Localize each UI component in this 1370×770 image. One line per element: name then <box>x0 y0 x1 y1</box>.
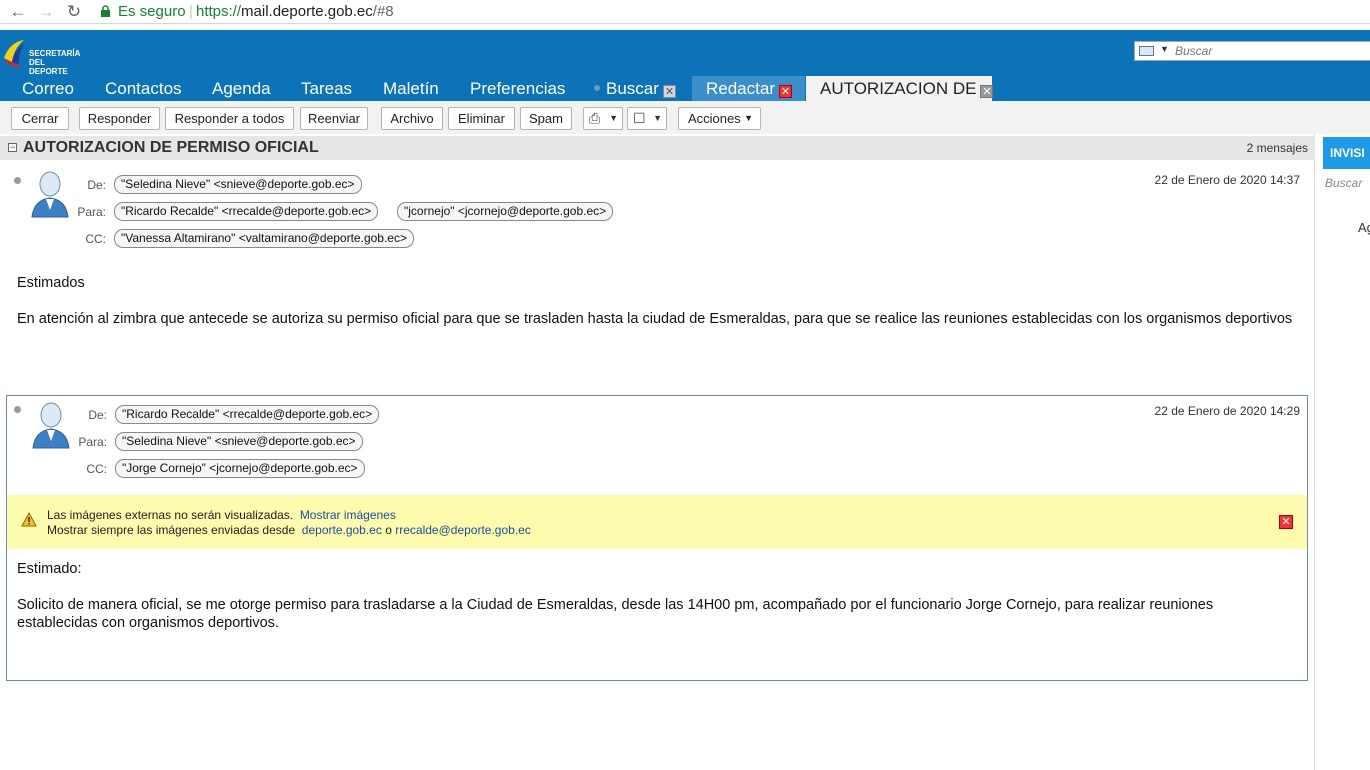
logo-line-1: SECRETARÍA <box>29 49 81 58</box>
url-host: mail.deporte.gob.ec <box>241 3 373 20</box>
reload-icon[interactable]: ↻ <box>64 2 84 22</box>
cc-label: CC: <box>86 462 107 476</box>
sidebar-search-label[interactable]: Buscar <box>1325 176 1362 190</box>
conversation-pane: − AUTORIZACION DE PERMISO OFICIAL 2 mens… <box>0 134 1314 770</box>
delete-button[interactable]: Eliminar <box>448 107 515 130</box>
tab-buscar-label: Buscar <box>606 79 659 98</box>
to-address-bubble[interactable]: "Ricardo Recalde" <rrecalde@deporte.gob.… <box>114 202 379 221</box>
message-count: 2 mensajes <box>1246 141 1308 155</box>
url-separator: | <box>189 3 193 20</box>
warning-icon <box>21 512 37 527</box>
from-address-bubble[interactable]: "Seledina Nieve" <snieve@deporte.gob.ec> <box>114 175 362 194</box>
tab-redactar-label: Redactar <box>706 79 775 98</box>
message-body: En atención al zimbra que antecede se au… <box>17 311 1293 327</box>
show-images-link[interactable]: Mostrar imágenes <box>300 508 396 522</box>
warning-or-text: o <box>385 523 392 537</box>
message-item: De: "Ricardo Recalde" <rrecalde@deporte.… <box>6 395 1308 681</box>
to-address-bubble[interactable]: "jcornejo" <jcornejo@deporte.gob.ec> <box>397 202 614 221</box>
close-icon[interactable]: ✕ <box>778 85 792 98</box>
archive-button[interactable]: Archivo <box>381 107 443 130</box>
avatar-icon <box>31 171 69 218</box>
tab-buscar[interactable]: Buscar ✕ <box>594 76 676 101</box>
message-greeting: Estimados <box>17 275 85 291</box>
tab-maletin[interactable]: Maletín <box>383 76 439 101</box>
global-search[interactable]: ▼ <box>1134 41 1370 61</box>
tab-autorizacion-label: AUTORIZACION DE <box>820 79 977 98</box>
url-field[interactable]: https://mail.deporte.gob.ec/#8 <box>196 3 394 20</box>
secretaria-logo: SECRETARÍA DEL DEPORTE <box>2 36 84 76</box>
external-images-warning: Las imágenes externas no serán visualiza… <box>7 495 1307 549</box>
tab-tareas[interactable]: Tareas <box>301 76 352 101</box>
to-address-bubble[interactable]: "Seledina Nieve" <snieve@deporte.gob.ec> <box>115 432 363 451</box>
mail-icon[interactable] <box>1139 46 1154 56</box>
spam-button[interactable]: Spam <box>520 107 572 130</box>
avatar-icon <box>32 402 70 449</box>
close-icon[interactable]: ✕ <box>980 85 994 98</box>
to-label: Para: <box>77 205 106 219</box>
chevron-down-icon: ▼ <box>744 113 753 123</box>
secure-label: Es seguro <box>118 3 186 20</box>
trust-domain-link[interactable]: deporte.gob.ec <box>302 523 382 537</box>
tab-redactar[interactable]: Redactar ✕ <box>692 76 805 101</box>
chevron-down-icon[interactable]: ▼ <box>1160 44 1169 54</box>
tag-icon: ☐ <box>633 110 646 126</box>
message-item: De: "Seledina Nieve" <snieve@deporte.gob… <box>0 164 1314 389</box>
tag-menu-button[interactable]: ☐ ▼ <box>627 107 667 130</box>
warning-always-text: Mostrar siempre las imágenes enviadas de… <box>47 523 296 537</box>
reply-button[interactable]: Responder <box>79 107 160 130</box>
message-date: 22 de Enero de 2020 14:37 <box>1154 173 1300 187</box>
actions-menu-button[interactable]: Acciones ▼ <box>678 107 761 130</box>
message-greeting: Estimado: <box>17 561 82 577</box>
logo-line-2: DEL DEPORTE <box>29 58 68 76</box>
forward-arrow-icon[interactable]: → <box>36 2 56 22</box>
collapse-icon[interactable]: − <box>8 143 17 152</box>
from-label: De: <box>87 178 106 192</box>
lock-icon <box>101 5 110 17</box>
close-icon[interactable]: ✕ <box>1279 515 1293 529</box>
printer-icon: ⎙ <box>589 110 601 126</box>
read-status-icon[interactable] <box>14 406 21 413</box>
message-body: Solicito de manera oficial, se me otorge… <box>17 597 1214 631</box>
tab-agenda[interactable]: Agenda <box>212 76 271 101</box>
cc-label: CC: <box>85 232 106 246</box>
message-date: 22 de Enero de 2020 14:29 <box>1154 404 1300 418</box>
message-toolbar: Cerrar Responder Responder a todos Reenv… <box>0 101 1370 134</box>
right-sidebar: INVISI Buscar Ag <box>1314 134 1370 770</box>
from-label: De: <box>88 408 107 422</box>
url-path: /#8 <box>372 3 394 20</box>
sidebar-agenda-label: Ag <box>1358 220 1370 235</box>
tab-contactos[interactable]: Contactos <box>105 76 182 101</box>
trust-sender-link[interactable]: rrecalde@deporte.gob.ec <box>395 523 531 537</box>
conversation-title: AUTORIZACION DE PERMISO OFICIAL <box>23 139 319 156</box>
browser-address-bar: ← → ↻ Es seguro | https://mail.deporte.g… <box>0 0 1370 24</box>
conversation-header: − AUTORIZACION DE PERMISO OFICIAL 2 mens… <box>0 136 1314 160</box>
close-icon[interactable]: ✕ <box>662 85 676 98</box>
cc-address-bubble[interactable]: "Vanessa Altamirano" <valtamirano@deport… <box>114 229 414 248</box>
chevron-down-icon: ▼ <box>609 113 618 123</box>
pin-icon <box>594 85 600 91</box>
tab-correo[interactable]: Correo <box>22 76 74 101</box>
print-menu-button[interactable]: ⎙ ▼ <box>583 107 623 130</box>
url-scheme: https:// <box>196 3 242 20</box>
close-button[interactable]: Cerrar <box>11 107 69 130</box>
reply-all-button[interactable]: Responder a todos <box>165 107 294 130</box>
tab-preferencias[interactable]: Preferencias <box>470 76 565 101</box>
warning-text: Las imágenes externas no serán visualiza… <box>47 508 294 522</box>
invite-button[interactable]: INVISI <box>1323 137 1370 169</box>
chevron-down-icon: ▼ <box>653 113 662 123</box>
back-arrow-icon[interactable]: ← <box>8 2 28 22</box>
tab-autorizacion[interactable]: AUTORIZACION DE ✕ <box>806 76 994 101</box>
to-label: Para: <box>78 435 107 449</box>
actions-label: Acciones <box>688 111 741 126</box>
forward-button[interactable]: Reenviar <box>300 107 368 130</box>
app-header: SECRETARÍADEL DEPORTE ▼ Correo Contactos… <box>0 30 1370 101</box>
cc-address-bubble[interactable]: "Jorge Cornejo" <jcornejo@deporte.gob.ec… <box>115 459 365 478</box>
read-status-icon[interactable] <box>14 177 21 184</box>
logo-emblem-icon <box>4 40 24 67</box>
search-input[interactable] <box>1175 43 1365 59</box>
from-address-bubble[interactable]: "Ricardo Recalde" <rrecalde@deporte.gob.… <box>115 405 380 424</box>
